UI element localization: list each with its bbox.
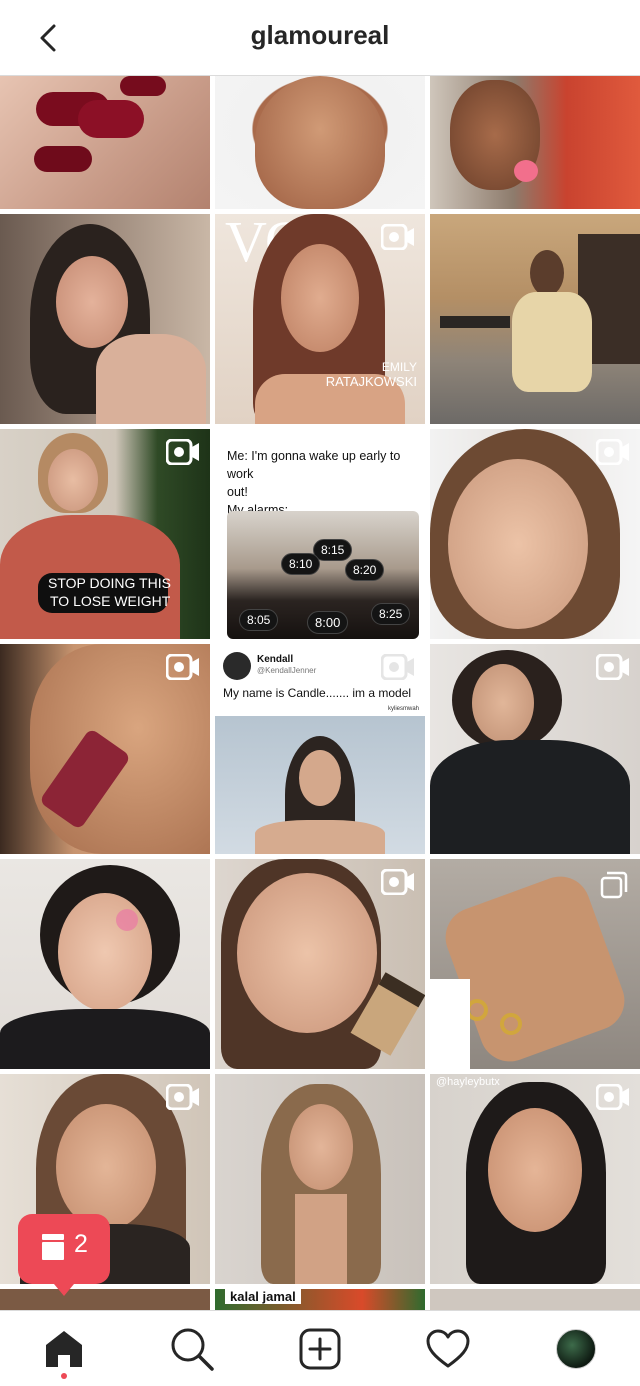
post-tile[interactable] <box>430 859 640 1069</box>
tweet-author-handle: @KendallJenner <box>257 666 317 675</box>
post-tile[interactable] <box>0 859 210 1069</box>
home-tab[interactable] <box>40 1325 88 1373</box>
post-tile[interactable] <box>430 1289 640 1310</box>
post-tile[interactable] <box>215 76 425 209</box>
carousel-icon <box>600 871 628 899</box>
search-tab[interactable] <box>168 1325 216 1373</box>
video-icon <box>596 1084 629 1110</box>
tweet-credit: kyliesmwah <box>387 706 419 712</box>
alarm-label: 8:20 <box>345 559 385 581</box>
video-icon <box>596 654 629 680</box>
tile-label: kalal jamal <box>225 1289 301 1304</box>
post-tile[interactable]: kalal jamal <box>215 1289 425 1310</box>
post-tile[interactable]: @hayleybutx <box>430 1074 640 1284</box>
cover-name-first: EMILY <box>381 360 417 374</box>
top-bar: glamoureal <box>0 0 640 76</box>
post-tile[interactable]: STOP DOING THIS TO LOSE WEIGHT <box>0 429 210 639</box>
caption-line-2: TO LOSE WEIGHT <box>50 593 171 609</box>
post-tile[interactable] <box>430 429 640 639</box>
avatar <box>223 652 251 680</box>
alarm-label: 8:10 <box>281 553 321 575</box>
notification-count: 2 <box>74 1230 88 1258</box>
post-tile[interactable] <box>0 1289 210 1310</box>
post-tile[interactable]: Kendall @KendallJenner My name is Candle… <box>215 644 425 854</box>
video-icon <box>381 869 414 895</box>
tweet-author-name: Kendall <box>257 654 294 665</box>
post-tile[interactable] <box>215 859 425 1069</box>
post-tile[interactable] <box>430 214 640 424</box>
home-indicator-dot <box>61 1373 67 1379</box>
tweet-text: My name is Candle....... im a model <box>223 686 412 700</box>
profile-tab[interactable] <box>552 1325 600 1373</box>
cover-name-last: RATAJKOWSKI <box>325 374 417 389</box>
video-icon <box>381 654 414 680</box>
username-tag: @hayleybutx <box>436 1076 500 1088</box>
post-tile[interactable] <box>0 214 210 424</box>
video-icon <box>381 224 414 250</box>
post-tile[interactable] <box>0 76 210 209</box>
meme-tweet: Me: I'm gonna wake up early to work out!… <box>215 429 425 639</box>
plus-square-icon <box>299 1328 341 1370</box>
alarm-label: 8:15 <box>313 539 353 561</box>
video-icon <box>596 439 629 465</box>
post-tile[interactable] <box>215 1074 425 1284</box>
post-tile[interactable] <box>0 644 210 854</box>
video-icon <box>166 439 199 465</box>
meme-text: Me: I'm gonna wake up early to work out!… <box>227 449 401 517</box>
page-title: glamoureal <box>250 20 390 50</box>
alarm-label: 8:00 <box>307 611 349 634</box>
home-icon <box>46 1331 82 1367</box>
posts-grid: VO EMILY RATAJKOWSKI STOP DOING THIS TO … <box>0 76 640 1310</box>
video-icon <box>166 654 199 680</box>
alarm-label: 8:25 <box>371 603 411 625</box>
meme-photo: 8:15 8:10 8:20 8:05 8:00 8:25 <box>227 511 419 639</box>
post-tile[interactable] <box>430 644 640 854</box>
heart-icon <box>426 1329 470 1368</box>
video-icon <box>166 1084 199 1110</box>
comments-icon <box>42 1234 64 1260</box>
post-tile[interactable] <box>430 76 640 209</box>
bottom-nav <box>0 1310 640 1386</box>
alarm-label: 8:05 <box>239 609 279 631</box>
search-icon <box>171 1328 214 1371</box>
profile-avatar <box>556 1329 596 1369</box>
activity-notification-bubble[interactable]: 2 <box>18 1214 110 1296</box>
activity-tab[interactable] <box>424 1325 472 1373</box>
post-tile[interactable]: Me: I'm gonna wake up early to work out!… <box>215 429 425 639</box>
caption-line-1: STOP DOING THIS <box>48 575 171 591</box>
create-tab[interactable] <box>296 1325 344 1373</box>
post-tile[interactable]: VO EMILY RATAJKOWSKI <box>215 214 425 424</box>
